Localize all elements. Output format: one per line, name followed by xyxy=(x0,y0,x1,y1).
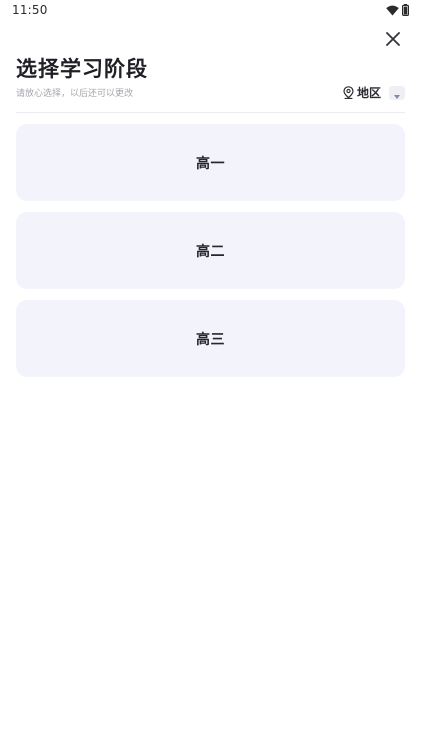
region-selector[interactable]: 地区 xyxy=(343,84,405,102)
triangle-down-icon xyxy=(394,84,400,103)
divider xyxy=(16,112,405,113)
region-label: 地区 xyxy=(356,86,381,100)
status-bar: 11:50 xyxy=(0,0,421,22)
status-icons xyxy=(386,1,410,20)
battery-icon xyxy=(402,1,410,20)
page-title: 选择学习阶段 xyxy=(16,57,148,81)
region-dropdown-button[interactable] xyxy=(389,86,405,100)
location-pin-icon xyxy=(343,84,354,103)
page-subtitle: 请放心选择，以后还可以更改 xyxy=(16,89,134,99)
grade-option-2[interactable]: 高二 xyxy=(16,212,405,289)
close-icon xyxy=(386,31,400,50)
status-time: 11:50 xyxy=(12,3,48,17)
close-button[interactable] xyxy=(381,28,405,52)
grade-list: 高一 高二 高三 xyxy=(16,124,405,377)
wifi-icon xyxy=(386,1,399,20)
grade-label: 高二 xyxy=(196,243,225,260)
grade-option-1[interactable]: 高一 xyxy=(16,124,405,201)
grade-label: 高一 xyxy=(196,155,225,172)
grade-option-3[interactable]: 高三 xyxy=(16,300,405,377)
grade-label: 高三 xyxy=(196,331,225,348)
